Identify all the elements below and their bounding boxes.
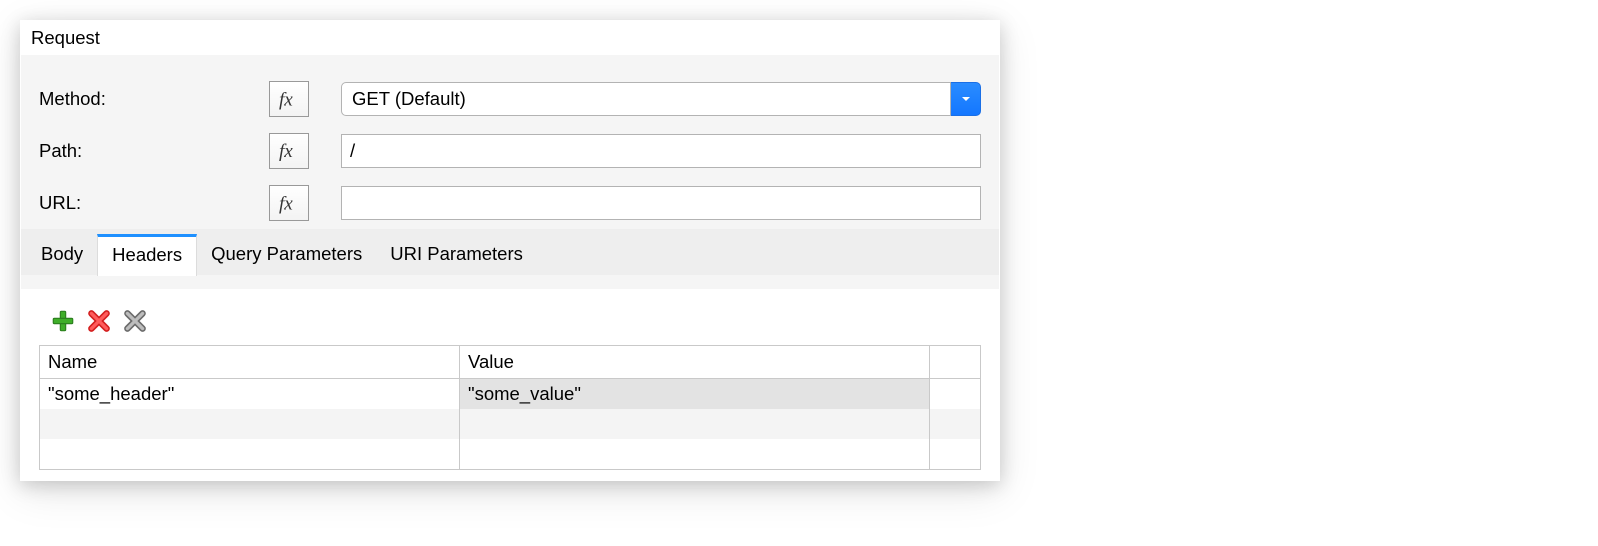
- x-icon: [86, 308, 112, 334]
- url-label: URL:: [39, 192, 269, 214]
- path-input[interactable]: [341, 134, 981, 168]
- url-fx-button[interactable]: fx: [269, 185, 309, 221]
- cell-value[interactable]: "some_value": [460, 379, 930, 409]
- tab-body[interactable]: Body: [27, 233, 97, 275]
- method-select-arrow[interactable]: [951, 82, 981, 116]
- method-select[interactable]: GET (Default): [341, 82, 981, 116]
- cell-name[interactable]: "some_header": [40, 379, 460, 409]
- table-row-empty[interactable]: [40, 439, 980, 469]
- url-row: URL: fx: [21, 177, 999, 229]
- tabs-bar: Body Headers Query Parameters URI Parame…: [21, 229, 999, 275]
- fx-icon: fx: [278, 88, 301, 111]
- fx-icon: fx: [278, 140, 301, 163]
- method-row: Method: fx GET (Default): [21, 73, 999, 125]
- headers-toolbar: [39, 307, 981, 335]
- headers-tab-content: Name Value "some_header" "some_value": [21, 289, 999, 480]
- path-fx-button[interactable]: fx: [269, 133, 309, 169]
- table-body: "some_header" "some_value": [40, 379, 980, 469]
- tab-headers[interactable]: Headers: [97, 234, 197, 276]
- cell-extra: [930, 439, 980, 469]
- plus-icon: [50, 308, 76, 334]
- svg-text:fx: fx: [278, 193, 292, 214]
- path-row: Path: fx: [21, 125, 999, 177]
- tab-uri-parameters[interactable]: URI Parameters: [376, 233, 537, 275]
- table-header: Name Value: [40, 346, 980, 379]
- x-disabled-icon: [122, 308, 148, 334]
- table-row[interactable]: "some_header" "some_value": [40, 379, 980, 409]
- svg-text:fx: fx: [278, 89, 292, 110]
- svg-text:fx: fx: [278, 141, 292, 162]
- column-name[interactable]: Name: [40, 346, 460, 378]
- tab-query-parameters[interactable]: Query Parameters: [197, 233, 376, 275]
- add-header-button[interactable]: [49, 307, 77, 335]
- delete-header-button[interactable]: [85, 307, 113, 335]
- clear-headers-button[interactable]: [121, 307, 149, 335]
- method-label: Method:: [39, 88, 269, 110]
- cell-extra: [930, 409, 980, 439]
- chevron-down-icon: [960, 93, 972, 105]
- table-row-empty[interactable]: [40, 409, 980, 439]
- cell-value[interactable]: [460, 439, 930, 469]
- method-select-value: GET (Default): [341, 82, 951, 116]
- fx-icon: fx: [278, 192, 301, 215]
- url-input[interactable]: [341, 186, 981, 220]
- cell-value[interactable]: [460, 409, 930, 439]
- headers-table: Name Value "some_header" "some_value": [39, 345, 981, 470]
- column-extra: [930, 346, 980, 378]
- panel-title: Request: [21, 21, 999, 55]
- request-panel: Request Method: fx GET (Default) Path:: [20, 20, 1000, 481]
- column-value[interactable]: Value: [460, 346, 930, 378]
- cell-extra: [930, 379, 980, 409]
- cell-name[interactable]: [40, 409, 460, 439]
- cell-name[interactable]: [40, 439, 460, 469]
- path-label: Path:: [39, 140, 269, 162]
- method-fx-button[interactable]: fx: [269, 81, 309, 117]
- request-form: Method: fx GET (Default) Path: fx: [21, 55, 999, 289]
